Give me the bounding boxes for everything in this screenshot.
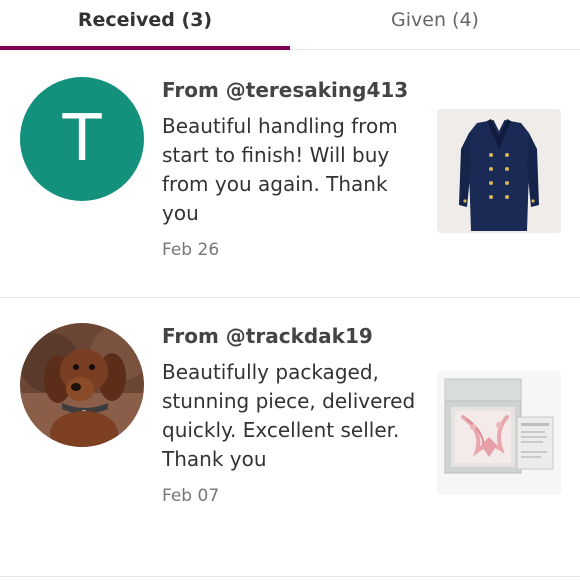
review-author[interactable]: From @trackdak19 [162,322,424,350]
coat-image [437,109,561,233]
listing-thumbnail[interactable] [437,109,561,233]
review-content: From @trackdak19 Beautifully packaged, s… [162,322,424,508]
review-tabs: Received (3) Given (4) [0,0,580,50]
review-date: Feb 07 [162,486,220,506]
dog-avatar-image [20,323,144,447]
tab-given[interactable]: Given (4) [290,0,580,50]
review-comment: Beautiful handling from start to finish!… [162,114,398,225]
review-comment: Beautifully packaged, stunning piece, de… [162,360,416,471]
active-tab-indicator [0,46,290,50]
avatar[interactable] [20,323,144,447]
list-item: From @trackdak19 Beautifully packaged, s… [0,299,580,577]
review-author[interactable]: From @teresaking413 [162,76,424,104]
list-item: T From @teresaking413 Beautiful handling… [0,52,580,298]
necklace-box-image [437,371,561,495]
avatar[interactable]: T [20,77,144,201]
review-date: Feb 26 [162,240,220,260]
review-content: From @teresaking413 Beautiful handling f… [162,76,424,262]
listing-thumbnail[interactable] [437,371,561,495]
tab-received[interactable]: Received (3) [0,0,290,50]
